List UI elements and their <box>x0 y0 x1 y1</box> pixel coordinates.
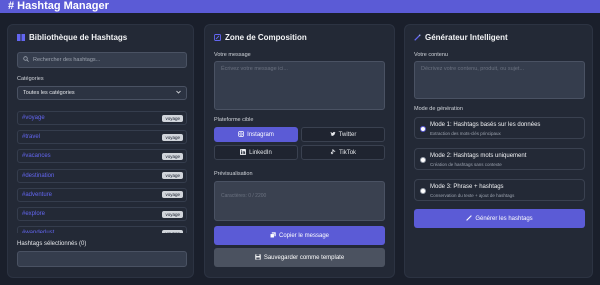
mode-1-radio[interactable] <box>420 126 426 132</box>
hashtag-category-badge: voyage <box>162 172 183 180</box>
app-header: # Hashtag Manager <box>0 0 600 13</box>
mode-1-desc: Extraction des mots-clés principaux <box>430 131 501 136</box>
platform-tiktok-button[interactable]: TikTok <box>301 145 385 160</box>
edit-icon <box>214 34 221 41</box>
mode-option-2[interactable]: Mode 2: Hashtags mots uniquement Créatio… <box>414 148 585 170</box>
mode-2-title: Mode 2: Hashtags mots uniquement <box>430 153 527 159</box>
instagram-icon <box>238 130 245 139</box>
hashtag-category-badge: voyage <box>162 133 183 141</box>
mode-3-radio[interactable] <box>420 188 426 194</box>
generate-hashtags-button[interactable]: Générer les hashtags <box>414 209 585 228</box>
message-label: Votre message <box>214 52 251 58</box>
selected-hashtags-label: Hashtags sélectionnés (0) <box>17 241 87 247</box>
hashtag-text: #vacances <box>22 153 51 160</box>
hashtag-category-badge: voyage <box>162 210 183 218</box>
generator-title: Générateur Intelligent <box>414 33 508 42</box>
mode-2-desc: Création de hashtags sans contexte <box>430 162 502 167</box>
mode-1-title: Mode 1: Hashtags basés sur les données <box>430 122 541 128</box>
chevron-down-icon <box>176 90 181 96</box>
hashtag-item[interactable]: #travel voyage <box>17 130 187 145</box>
twitter-icon <box>330 131 336 139</box>
library-icon <box>17 34 25 41</box>
mode-option-1[interactable]: Mode 1: Hashtags basés sur les données E… <box>414 117 585 139</box>
hashtag-search-input[interactable]: Rechercher des hashtags... <box>17 52 187 68</box>
content-label: Votre contenu <box>414 52 448 58</box>
search-placeholder: Rechercher des hashtags... <box>33 57 101 63</box>
mode-label: Mode de génération <box>414 106 463 112</box>
mode-3-desc: Conservation du texte + ajout de hashtag… <box>430 193 515 198</box>
hashtag-text: #voyage <box>22 115 45 121</box>
search-icon <box>23 56 29 64</box>
hashtag-text: #destination <box>22 172 55 179</box>
selected-hashtags-area <box>17 251 187 267</box>
hashtag-text: #wanderlust <box>22 230 54 233</box>
hashtag-category-badge: voyage <box>162 191 183 199</box>
message-textarea[interactable]: Écrivez votre message ici... <box>214 61 385 110</box>
platform-twitter-button[interactable]: Twitter <box>301 127 385 142</box>
save-icon <box>255 253 261 262</box>
tiktok-icon <box>330 148 336 157</box>
composition-panel: Zone de Composition Votre message Écrive… <box>204 24 395 278</box>
hashtag-list: #voyage voyage #travel voyage #vacances voyag… <box>8 109 195 233</box>
app-title: # Hashtag Manager <box>8 0 109 12</box>
copy-message-button[interactable]: Copier le message <box>214 226 385 245</box>
generator-panel: Générateur Intelligent Votre contenu Déc… <box>404 24 593 278</box>
linkedin-icon <box>240 148 247 157</box>
hashtag-text: #travel <box>22 134 41 141</box>
hashtag-library-panel: Bibliothèque de Hashtags Rechercher des … <box>7 24 194 278</box>
hashtag-item[interactable]: #wanderlust voyage <box>17 226 187 233</box>
mode-3-title: Mode 3: Phrase + hashtags <box>430 184 504 190</box>
hashtag-item[interactable]: #voyage voyage <box>17 111 187 125</box>
hashtag-text: #adventure <box>22 191 53 198</box>
hashtag-category-badge: voyage <box>162 152 183 160</box>
char-counter: Caractères: 0 / 2200 <box>221 193 267 199</box>
copy-icon <box>270 231 276 240</box>
category-selected-value: Toutes les catégories <box>23 90 75 96</box>
categories-label: Catégories <box>17 76 44 82</box>
content-placeholder: Décrivez votre contenu, produit, ou suje… <box>421 66 525 72</box>
composition-title: Zone de Composition <box>214 33 307 42</box>
save-template-button[interactable]: Sauvegarder comme template <box>214 248 385 267</box>
hashtag-text: #explore <box>22 211 46 217</box>
hashtag-category-badge: voyage <box>162 229 183 233</box>
hashtag-item[interactable]: #destination voyage <box>17 168 187 183</box>
mode-2-radio[interactable] <box>420 157 426 163</box>
hashtag-category-badge: voyage <box>162 114 183 122</box>
content-textarea[interactable]: Décrivez votre contenu, produit, ou suje… <box>414 61 585 99</box>
message-placeholder: Écrivez votre message ici... <box>221 66 288 72</box>
hashtag-item[interactable]: #vacances voyage <box>17 149 187 164</box>
library-title: Bibliothèque de Hashtags <box>17 33 127 42</box>
platform-instagram-button[interactable]: Instagram <box>214 127 298 142</box>
platform-linkedin-button[interactable]: LinkedIn <box>214 145 298 160</box>
message-preview: Caractères: 0 / 2200 <box>214 181 385 221</box>
magic-pen-icon <box>414 34 421 41</box>
hashtag-item[interactable]: #adventure voyage <box>17 187 187 202</box>
mode-option-3[interactable]: Mode 3: Phrase + hashtags Conservation d… <box>414 179 585 201</box>
hashtag-item[interactable]: #explore voyage <box>17 207 187 221</box>
platform-label: Plateforme cible <box>214 117 254 123</box>
magic-wand-icon <box>466 214 473 223</box>
category-select[interactable]: Toutes les catégories <box>17 86 187 100</box>
preview-label: Prévisualisation <box>214 171 253 177</box>
